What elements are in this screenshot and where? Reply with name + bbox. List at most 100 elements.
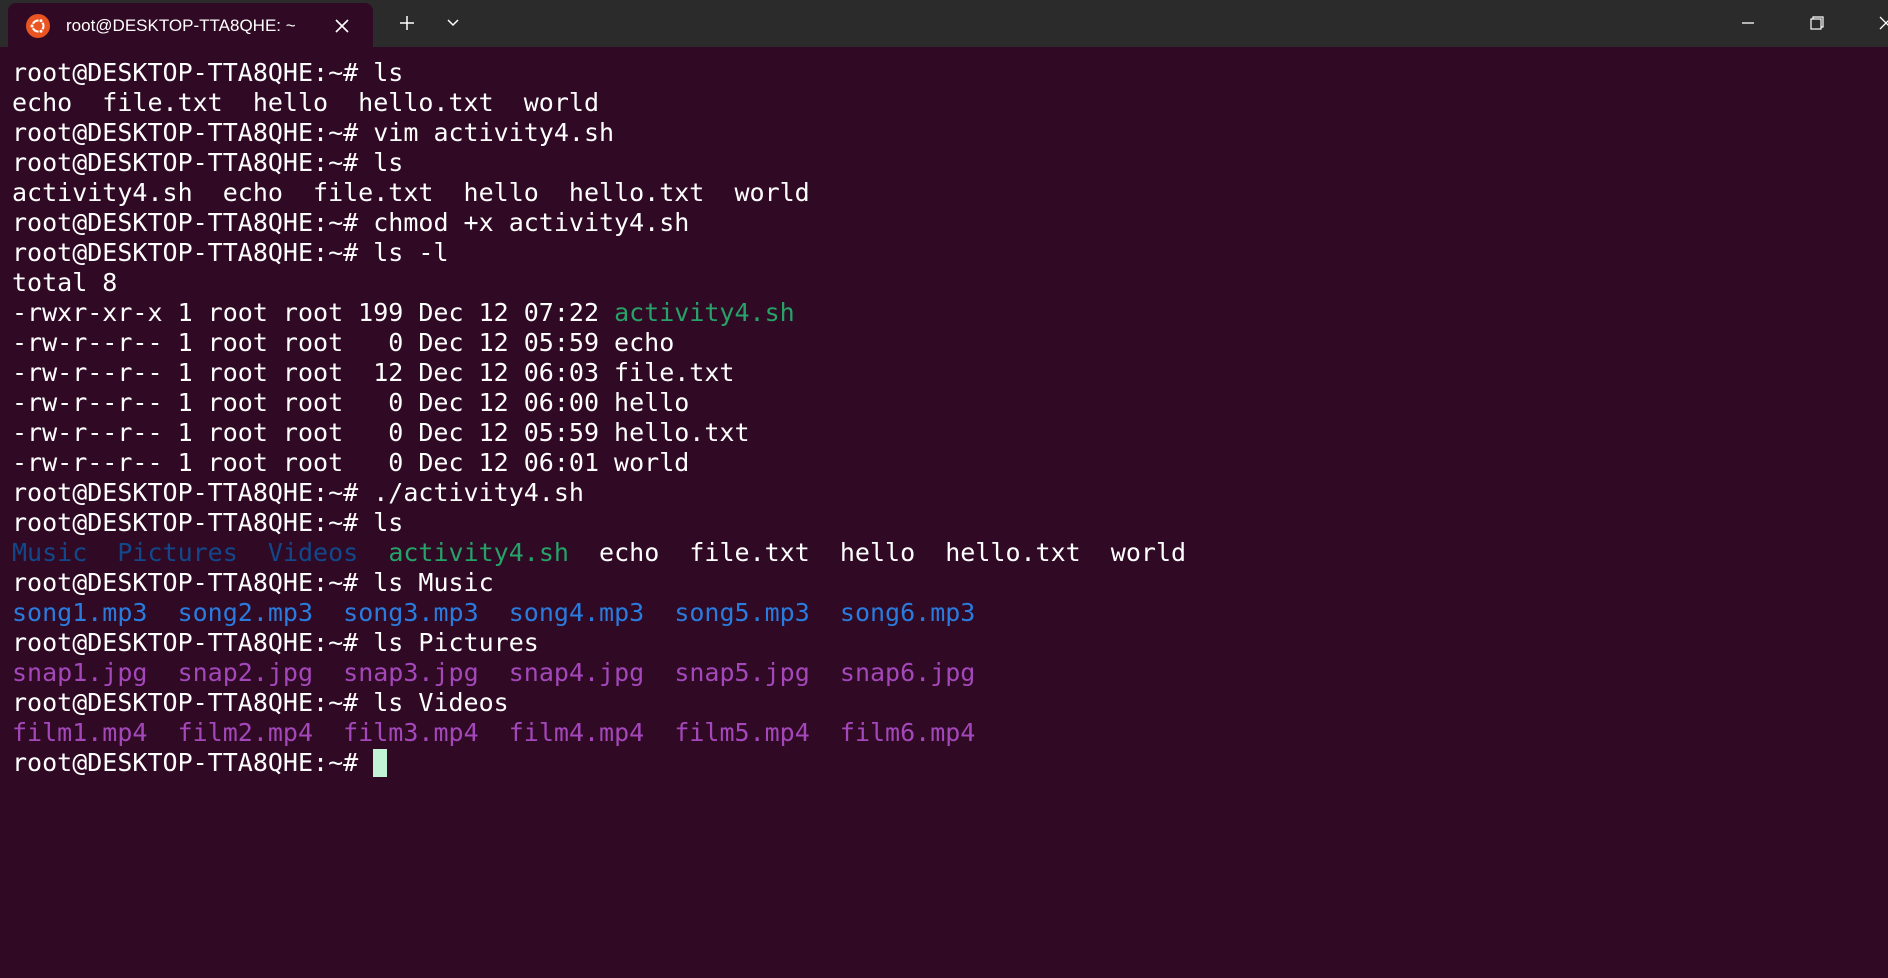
ubuntu-logo-icon — [26, 14, 50, 38]
command-text: vim activity4.sh — [373, 118, 615, 147]
file-name: song2.mp3 — [177, 598, 314, 627]
output-line: echo file.txt hello hello.txt world — [12, 88, 599, 117]
output-line: song1.mp3 song2.mp3 song3.mp3 song4.mp3 … — [12, 598, 1882, 628]
output-line: snap1.jpg snap2.jpg snap3.jpg snap4.jpg … — [12, 658, 1882, 688]
text-cursor[interactable] — [373, 749, 388, 777]
output-line: -rw-r--r-- 1 root root 0 Dec 12 06:01 wo… — [12, 448, 690, 477]
shell-prompt: root@DESKTOP-TTA8QHE:~# — [12, 688, 374, 717]
command-text: chmod +x activity4.sh — [373, 208, 690, 237]
title-bar: root@DESKTOP-TTA8QHE: ~ — [0, 0, 1888, 47]
file-name: Videos — [267, 538, 359, 567]
file-name: snap4.jpg — [508, 658, 645, 687]
file-name: song5.mp3 — [674, 598, 810, 627]
command-line: root@DESKTOP-TTA8QHE:~# ls — [12, 58, 1882, 88]
shell-prompt: root@DESKTOP-TTA8QHE:~# — [12, 148, 374, 177]
file-name: film6.mp4 — [839, 718, 976, 747]
file-name: snap1.jpg — [12, 658, 148, 687]
close-icon[interactable] — [330, 14, 354, 38]
output-line: -rw-r--r-- 1 root root 0 Dec 12 05:59 he… — [12, 418, 750, 447]
command-line: root@DESKTOP-TTA8QHE:~# — [12, 748, 1882, 778]
plus-icon[interactable] — [390, 8, 424, 38]
command-text: ls — [373, 508, 404, 537]
command-line: root@DESKTOP-TTA8QHE:~# ls -l — [12, 238, 1882, 268]
output-text: echo file.txt hello hello.txt world — [568, 538, 1187, 567]
command-line: root@DESKTOP-TTA8QHE:~# ls — [12, 508, 1882, 538]
command-line: root@DESKTOP-TTA8QHE:~# ls Music — [12, 568, 1882, 598]
shell-prompt: root@DESKTOP-TTA8QHE:~# — [12, 508, 374, 537]
shell-prompt: root@DESKTOP-TTA8QHE:~# — [12, 208, 374, 237]
output-line: -rw-r--r-- 1 root root 12 Dec 12 06:03 f… — [12, 358, 735, 387]
shell-prompt: root@DESKTOP-TTA8QHE:~# — [12, 238, 374, 267]
file-name: film3.mp4 — [343, 718, 479, 747]
terminal-tab[interactable]: root@DESKTOP-TTA8QHE: ~ — [8, 3, 373, 47]
file-name: activity4.sh — [388, 538, 569, 567]
file-name: Pictures — [117, 538, 238, 567]
command-text: ls — [373, 148, 404, 177]
output-line: total 8 — [12, 268, 118, 297]
command-line: root@DESKTOP-TTA8QHE:~# ls — [12, 148, 1882, 178]
file-name: song6.mp3 — [839, 598, 976, 627]
output-line: film1.mp4 film2.mp4 film3.mp4 film4.mp4 … — [12, 718, 1882, 748]
file-name: song3.mp3 — [343, 598, 479, 627]
command-line: root@DESKTOP-TTA8QHE:~# ./activity4.sh — [12, 478, 1882, 508]
file-name: film2.mp4 — [177, 718, 314, 747]
file-name: film1.mp4 — [12, 718, 148, 747]
file-name: film4.mp4 — [508, 718, 645, 747]
output-line: Music Pictures Videos activity4.sh echo … — [12, 538, 1882, 568]
file-name: song1.mp3 — [12, 598, 148, 627]
file-name: snap2.jpg — [177, 658, 314, 687]
command-text: ls -l — [373, 238, 449, 267]
output-text: -rwxr-xr-x 1 root root 199 Dec 12 07:22 — [12, 298, 615, 327]
close-icon[interactable] — [1858, 0, 1888, 47]
command-text: ls Videos — [373, 688, 509, 717]
file-name: snap6.jpg — [839, 658, 976, 687]
terminal-output[interactable]: root@DESKTOP-TTA8QHE:~# ls echo file.txt … — [12, 58, 1882, 968]
file-name: snap3.jpg — [343, 658, 479, 687]
shell-prompt: root@DESKTOP-TTA8QHE:~# — [12, 748, 374, 777]
file-name: film5.mp4 — [674, 718, 810, 747]
shell-prompt: root@DESKTOP-TTA8QHE:~# — [12, 58, 374, 87]
output-line: -rw-r--r-- 1 root root 0 Dec 12 06:00 he… — [12, 388, 690, 417]
shell-prompt: root@DESKTOP-TTA8QHE:~# — [12, 628, 374, 657]
file-name: snap5.jpg — [674, 658, 810, 687]
file-name: song4.mp3 — [508, 598, 645, 627]
tab-title: root@DESKTOP-TTA8QHE: ~ — [66, 16, 296, 35]
shell-prompt: root@DESKTOP-TTA8QHE:~# — [12, 118, 374, 147]
command-line: root@DESKTOP-TTA8QHE:~# ls Pictures — [12, 628, 1882, 658]
output-line: -rwxr-xr-x 1 root root 199 Dec 12 07:22 … — [12, 298, 1882, 328]
file-name: Music — [12, 538, 88, 567]
chevron-down-icon[interactable] — [436, 8, 470, 38]
command-line: root@DESKTOP-TTA8QHE:~# chmod +x activit… — [12, 208, 1882, 238]
output-line: activity4.sh echo file.txt hello hello.t… — [12, 178, 810, 207]
shell-prompt: root@DESKTOP-TTA8QHE:~# — [12, 568, 374, 597]
output-line: -rw-r--r-- 1 root root 0 Dec 12 05:59 ec… — [12, 328, 675, 357]
command-line: root@DESKTOP-TTA8QHE:~# vim activity4.sh — [12, 118, 1882, 148]
restore-icon[interactable] — [1786, 0, 1846, 47]
file-name: activity4.sh — [614, 298, 795, 327]
command-text: ls — [373, 58, 404, 87]
command-text: ls Pictures — [373, 628, 539, 657]
command-text: ./activity4.sh — [373, 478, 584, 507]
command-text: ls Music — [373, 568, 494, 597]
command-line: root@DESKTOP-TTA8QHE:~# ls Videos — [12, 688, 1882, 718]
minimize-icon[interactable] — [1718, 0, 1778, 47]
shell-prompt: root@DESKTOP-TTA8QHE:~# — [12, 478, 374, 507]
